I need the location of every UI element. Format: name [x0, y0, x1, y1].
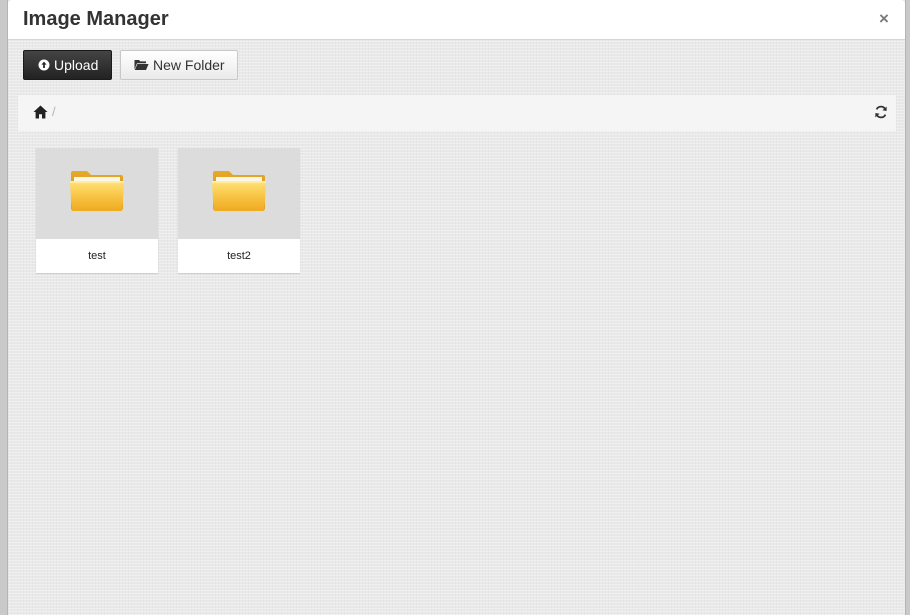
folder-name: test	[88, 250, 106, 262]
dialog-header: Image Manager ×	[8, 0, 905, 40]
new-folder-label: New Folder	[153, 57, 225, 73]
folder-thumbnail	[178, 148, 300, 239]
folder-icon	[211, 169, 267, 218]
breadcrumb-separator: /	[52, 104, 56, 119]
home-icon[interactable]	[33, 105, 48, 119]
upload-button[interactable]: Upload	[23, 50, 112, 80]
dialog-title: Image Manager	[23, 8, 169, 30]
close-button[interactable]: ×	[876, 9, 892, 29]
refresh-icon[interactable]	[874, 105, 888, 119]
folder-item[interactable]: test2	[178, 148, 300, 273]
upload-circle-icon	[38, 59, 50, 71]
image-manager-dialog: Image Manager × Upload New Folder / test…	[7, 0, 906, 615]
folder-open-icon	[134, 59, 149, 71]
upload-label: Upload	[54, 57, 99, 73]
new-folder-button[interactable]: New Folder	[120, 50, 238, 80]
folder-item[interactable]: test	[36, 148, 158, 273]
folder-name: test2	[227, 250, 251, 262]
folder-thumbnail	[36, 148, 158, 239]
breadcrumb: /	[18, 95, 896, 131]
folder-icon	[69, 169, 125, 218]
